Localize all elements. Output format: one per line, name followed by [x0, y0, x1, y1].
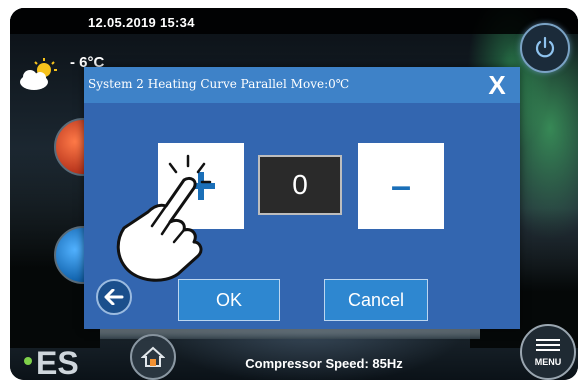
menu-label: MENU: [534, 357, 562, 367]
power-icon: [535, 36, 555, 58]
value-display: 0: [258, 155, 342, 215]
dialog-title: System 2 Heating Curve Parallel Move:0℃: [88, 77, 350, 91]
power-button[interactable]: [520, 23, 570, 73]
compressor-speed-text: Compressor Speed: 85Hz: [245, 356, 403, 371]
tap-hand-icon: [116, 154, 212, 282]
decrement-button[interactable]: –: [358, 143, 444, 229]
ok-button[interactable]: OK: [178, 279, 280, 321]
status-bar: 12.05.2019 15:34: [10, 8, 578, 34]
cancel-button[interactable]: Cancel: [324, 279, 428, 321]
datetime-display: 12.05.2019 15:34: [88, 15, 195, 30]
dialog-titlebar: System 2 Heating Curve Parallel Move:0℃ …: [84, 67, 520, 103]
partly-cloudy-icon: [20, 58, 57, 90]
back-arrow-icon: [104, 289, 124, 305]
menu-button[interactable]: MENU: [520, 324, 576, 380]
menu-icon: [536, 339, 560, 354]
dialog-close-button[interactable]: X: [482, 70, 512, 100]
back-button[interactable]: [96, 279, 132, 315]
